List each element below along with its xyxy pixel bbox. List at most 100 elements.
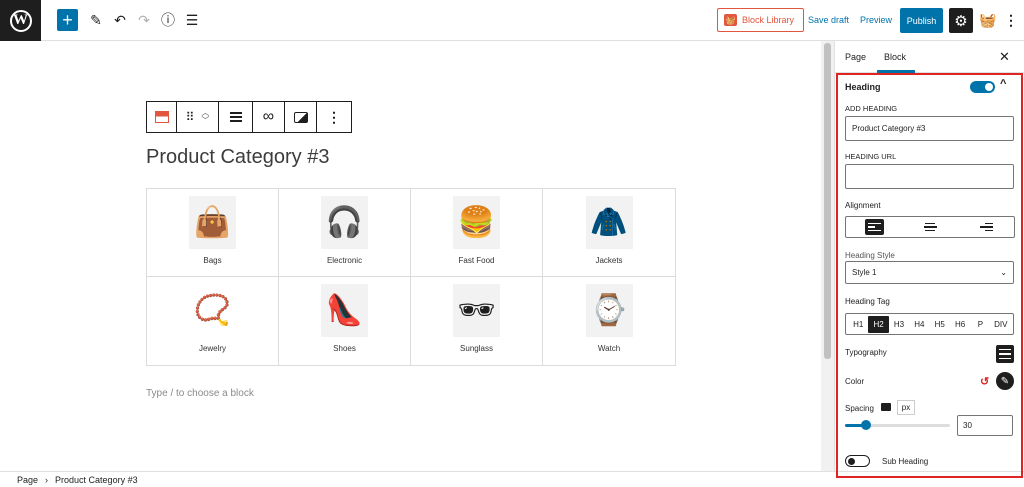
typography-label: Typography <box>845 348 887 357</box>
high-heel-icon: 👠 <box>325 294 364 327</box>
heading-style-value: Style 1 <box>852 268 877 277</box>
color-picker-button[interactable]: ✎ <box>996 372 1014 390</box>
drag-handle-icon[interactable]: ⠿ <box>186 110 195 124</box>
info-icon: ⓘ <box>161 12 175 28</box>
category-item[interactable]: 🕶 Sunglass <box>411 277 543 365</box>
product-category-heading[interactable]: Product Category #3 <box>146 146 329 169</box>
typography-settings-button[interactable] <box>996 345 1014 363</box>
link-button[interactable]: ∞ <box>253 102 285 132</box>
wordpress-logo-button[interactable]: W <box>0 0 41 41</box>
category-label[interactable]: Jewelry <box>199 344 226 353</box>
add-block-button[interactable]: + <box>57 9 78 31</box>
category-image[interactable]: 🕶 <box>453 284 500 337</box>
tag-p-button[interactable]: P <box>970 316 990 333</box>
block-appender-placeholder[interactable]: Type / to choose a block <box>146 388 254 399</box>
block-library-button[interactable]: 🧺 Block Library <box>717 8 804 32</box>
sub-heading-toggle[interactable] <box>845 455 870 467</box>
sunglasses-icon: 🕶 <box>457 294 496 327</box>
category-grid: 👜 Bags 🎧 Electronic 🍔 Fast Food 🧥 Jackets 📿 Jewel… <box>146 188 676 366</box>
save-draft-button[interactable]: Save draft <box>808 15 849 25</box>
tab-page[interactable]: Page <box>845 52 866 62</box>
details-button[interactable]: ⓘ <box>158 9 178 31</box>
eyedropper-icon: ✎ <box>1000 375 1010 387</box>
panel-title: Heading <box>845 82 881 92</box>
category-item[interactable]: 🍔 Fast Food <box>411 189 543 277</box>
move-down-icon[interactable]: ﹀ <box>201 117 209 125</box>
category-label[interactable]: Shoes <box>333 344 356 353</box>
category-item[interactable]: 👠 Shoes <box>279 277 411 365</box>
category-item[interactable]: 👜 Bags <box>147 189 279 277</box>
category-image[interactable]: 👜 <box>189 196 236 249</box>
tag-h1-button[interactable]: H1 <box>848 316 868 333</box>
breadcrumb-current[interactable]: Product Category #3 <box>55 475 138 485</box>
tag-h3-button[interactable]: H3 <box>889 316 909 333</box>
align-right-button[interactable] <box>958 217 1014 237</box>
options-button[interactable]: ⋮ <box>1004 8 1018 33</box>
color-label: Color <box>845 377 865 386</box>
wordpress-icon: W <box>9 9 32 32</box>
media-button[interactable] <box>285 102 317 132</box>
category-image[interactable]: 🧥 <box>585 196 633 249</box>
block-options-button[interactable]: ⋮ <box>317 102 351 132</box>
heading-style-select[interactable]: Style 1 ⌄ <box>845 261 1014 284</box>
tag-h4-button[interactable]: H4 <box>909 316 929 333</box>
add-heading-input[interactable]: Product Category #3 <box>845 116 1014 141</box>
align-center-icon <box>921 219 940 235</box>
category-image[interactable]: 🍔 <box>453 196 500 249</box>
plus-icon: + <box>62 10 73 30</box>
heading-url-label: HEADING URL <box>845 152 897 161</box>
plugin-button[interactable]: 🧺 <box>977 8 999 33</box>
tag-h6-button[interactable]: H6 <box>950 316 970 333</box>
category-label[interactable]: Sunglass <box>460 344 493 353</box>
publish-button[interactable]: Publish <box>900 8 943 33</box>
category-label[interactable]: Jackets <box>595 256 622 265</box>
reset-icon[interactable]: ↺ <box>980 375 989 388</box>
category-image[interactable]: 📿 <box>189 284 236 337</box>
spacing-input[interactable]: 30 <box>957 415 1013 436</box>
heading-url-input[interactable] <box>845 164 1014 189</box>
category-image[interactable]: ⌚ <box>585 284 633 337</box>
unit-selector[interactable]: px <box>897 400 915 415</box>
category-label[interactable]: Watch <box>598 344 620 353</box>
desktop-icon[interactable] <box>881 403 891 411</box>
block-type-button[interactable] <box>147 102 177 132</box>
align-button[interactable] <box>219 102 253 132</box>
jacket-icon: 🧥 <box>590 206 628 239</box>
spacing-slider[interactable] <box>845 420 950 430</box>
tools-button[interactable]: ✎ <box>86 9 106 31</box>
chevron-up-icon[interactable]: ^ <box>1000 78 1006 90</box>
tag-div-button[interactable]: DIV <box>991 316 1011 333</box>
slider-thumb[interactable] <box>861 420 871 430</box>
heading-toggle[interactable] <box>970 81 995 93</box>
category-label[interactable]: Bags <box>203 256 221 265</box>
category-image[interactable]: 🎧 <box>321 196 368 249</box>
list-view-button[interactable]: ☰ <box>182 9 202 31</box>
close-icon[interactable]: ✕ <box>999 49 1010 65</box>
category-item[interactable]: 🎧 Electronic <box>279 189 411 277</box>
align-left-button[interactable] <box>846 217 902 237</box>
burger-icon: 🍔 <box>457 206 496 239</box>
category-item[interactable]: ⌚ Watch <box>543 277 675 365</box>
settings-button[interactable]: ⚙ <box>949 8 973 33</box>
category-item[interactable]: 🧥 Jackets <box>543 189 675 277</box>
tab-block[interactable]: Block <box>884 52 906 62</box>
chevron-down-icon: ⌄ <box>1000 268 1007 277</box>
align-center-button[interactable] <box>902 217 958 237</box>
preview-button[interactable]: Preview <box>860 15 892 25</box>
breadcrumb-page[interactable]: Page <box>17 475 38 485</box>
sidebar-tabs: Page Block ✕ <box>835 41 1024 73</box>
block-library-label: Block Library <box>742 15 795 25</box>
category-item[interactable]: 📿 Jewelry <box>147 277 279 365</box>
scroll-thumb[interactable] <box>824 43 831 359</box>
category-image[interactable]: 👠 <box>321 284 368 337</box>
sub-heading-label: Sub Heading <box>882 457 929 466</box>
watch-icon: ⌚ <box>590 294 628 327</box>
redo-button[interactable]: ↷ <box>134 9 154 31</box>
category-label[interactable]: Electronic <box>327 256 362 265</box>
undo-button[interactable]: ↶ <box>110 9 130 31</box>
tag-h2-button[interactable]: H2 <box>868 315 889 333</box>
sliders-icon <box>999 348 1011 351</box>
category-label[interactable]: Fast Food <box>458 256 494 265</box>
canvas-scrollbar[interactable] <box>821 41 834 471</box>
tag-h5-button[interactable]: H5 <box>930 316 950 333</box>
